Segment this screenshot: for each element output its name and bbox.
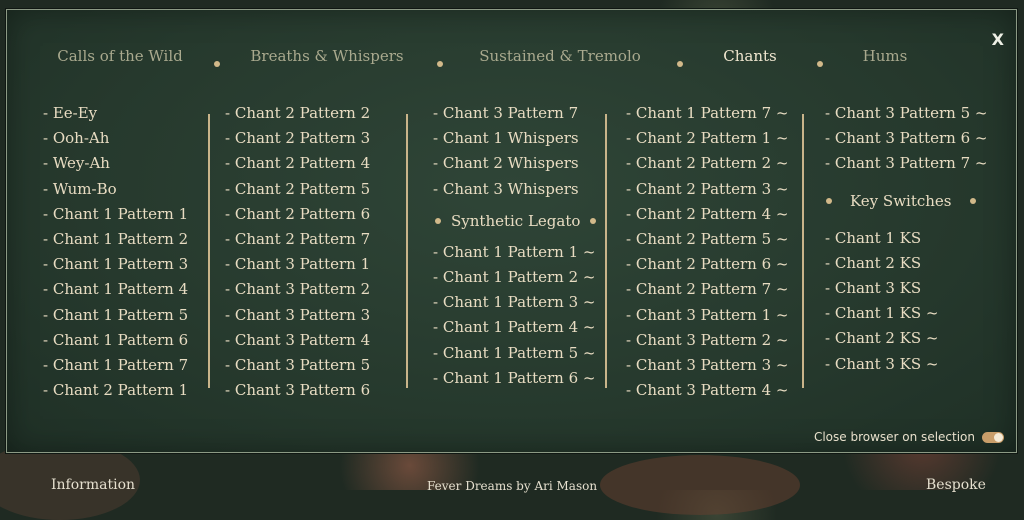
articulation-item[interactable]: - Chant 1 Pattern 2 ~ [433,265,596,290]
articulation-item[interactable]: - Chant 1 Whispers [433,126,596,151]
articulation-item[interactable]: - Chant 1 Pattern 6 ~ [433,366,596,391]
articulation-column-1: - Ee-Ey - Ooh-Ah - Wey-Ah - Wum-Bo - Chant 1… [43,101,188,403]
tab-breaths-whispers[interactable]: Breaths & Whispers [250,47,403,65]
articulation-item[interactable]: - Chant 2 Pattern 2 ~ [626,151,788,176]
tab-separator-dot [677,61,683,67]
tab-hums[interactable]: Hums [863,47,908,65]
bespoke-tab[interactable]: Bespoke [926,477,986,493]
tab-separator-dot [437,61,443,67]
close-on-selection-toggle[interactable] [982,431,1004,443]
articulation-item[interactable]: - Chant 2 Pattern 3 [225,126,370,151]
articulation-item[interactable]: - Chant 3 Pattern 1 ~ [626,303,788,328]
section-dot [590,217,597,224]
articulation-column-4: - Chant 1 Pattern 7 ~ - Chant 2 Pattern 1… [626,101,788,403]
articulation-item[interactable]: - Chant 3 Pattern 5 ~ [825,101,987,126]
toggle-knob [994,432,1003,442]
browser-panel: X Calls of the Wild Breaths & Whispers S… [6,9,1017,453]
articulation-item[interactable]: - Chant 1 Pattern 5 [43,303,188,328]
column-divider [802,114,804,388]
tab-separator-dot [214,61,220,67]
articulation-item[interactable]: - Chant 2 Whispers [433,151,596,176]
articulation-item[interactable]: - Wum-Bo [43,177,188,202]
articulation-item[interactable]: - Chant 1 Pattern 7 ~ [626,101,788,126]
articulation-item[interactable]: - Chant 1 Pattern 5 ~ [433,341,596,366]
articulation-item[interactable]: - Chant 2 KS ~ [825,326,987,351]
articulation-item[interactable]: - Chant 1 Pattern 4 ~ [433,315,596,340]
articulation-item[interactable]: - Chant 1 KS [825,226,987,251]
articulation-item[interactable]: - Chant 2 Pattern 5 ~ [626,227,788,252]
articulation-item[interactable]: - Chant 3 KS [825,276,987,301]
column-divider [208,114,210,388]
articulation-item[interactable]: - Wey-Ah [43,151,188,176]
column-divider [406,114,408,388]
articulation-item[interactable]: - Chant 1 Pattern 1 [43,202,188,227]
section-dot [435,217,441,224]
instrument-title: Fever Dreams by Ari Mason [427,479,598,493]
information-tab[interactable]: Information [51,477,135,493]
tab-sustained-tremolo[interactable]: Sustained & Tremolo [479,47,641,65]
articulation-item[interactable]: - Chant 2 Pattern 4 [225,151,370,176]
articulation-item[interactable]: - Chant 3 Pattern 3 ~ [626,353,788,378]
articulation-item[interactable]: - Chant 3 Pattern 7 ~ [825,151,987,176]
articulation-item[interactable]: - Chant 3 Pattern 3 [225,303,370,328]
articulation-item[interactable]: - Chant 2 Pattern 1 ~ [626,126,788,151]
articulation-item[interactable]: - Chant 2 KS [825,251,987,276]
articulation-item[interactable]: - Chant 2 Pattern 7 [225,227,370,252]
articulation-item[interactable]: - Chant 2 Pattern 4 ~ [626,202,788,227]
articulation-item[interactable]: - Chant 3 Pattern 6 ~ [825,126,987,151]
articulation-item[interactable]: - Chant 3 Pattern 4 ~ [626,378,788,403]
articulation-item[interactable]: - Chant 1 Pattern 6 [43,328,188,353]
articulation-item[interactable]: - Chant 3 Whispers [433,177,596,202]
column-divider [605,114,607,388]
articulation-item[interactable]: - Chant 3 Pattern 2 [225,277,370,302]
tab-calls-of-the-wild[interactable]: Calls of the Wild [57,47,183,65]
close-on-selection-label: Close browser on selection [813,430,975,444]
articulation-item[interactable]: - Chant 3 Pattern 4 [225,328,370,353]
articulation-item[interactable]: - Chant 1 Pattern 3 ~ [433,290,596,315]
articulation-item[interactable]: - Chant 1 Pattern 2 [43,227,188,252]
articulation-item[interactable]: - Chant 1 Pattern 3 [43,252,188,277]
articulation-column-2: - Chant 2 Pattern 2- Chant 2 Pattern 3- … [225,101,370,403]
articulation-item[interactable]: - Chant 1 Pattern 4 [43,277,188,302]
articulation-item[interactable]: - Chant 2 Pattern 2 [225,101,370,126]
articulation-item[interactable]: - Chant 3 Pattern 5 [225,353,370,378]
section-title: Synthetic Legato [451,211,581,230]
articulation-item[interactable]: - Chant 2 Pattern 7 ~ [626,277,788,302]
category-tabs: Calls of the Wild Breaths & Whispers Sus… [7,47,1016,71]
articulation-column-5: - Chant 3 Pattern 5 ~ - Chant 3 Pattern 6… [825,101,987,377]
articulation-item[interactable]: - Chant 3 Pattern 1 [225,252,370,277]
articulation-item[interactable]: - Chant 1 Pattern 1 ~ [433,240,596,265]
tab-separator-dot [817,61,823,67]
articulation-item[interactable]: - Chant 3 Pattern 7 [433,101,596,126]
articulation-item[interactable]: - Chant 2 Pattern 5 [225,177,370,202]
section-dot [826,198,832,205]
articulation-item[interactable]: - Chant 1 KS ~ [825,301,987,326]
articulation-item[interactable]: - Chant 2 Pattern 1 [43,378,188,403]
footer-bar: Information Fever Dreams by Ari Mason Be… [0,470,1024,493]
section-header-synthetic-legato: Synthetic Legato [435,202,597,240]
articulation-item[interactable]: - Ee-Ey [43,101,188,126]
tab-chants[interactable]: Chants [723,47,776,65]
articulation-item[interactable]: - Chant 3 Pattern 6 [225,378,370,403]
articulation-item[interactable]: - Chant 2 Pattern 6 ~ [626,252,788,277]
articulation-column-3: - Chant 3 Pattern 7- Chant 1 Whispers - C… [433,101,597,391]
articulation-item[interactable]: - Chant 2 Pattern 6 [225,202,370,227]
section-header-key-switches: Key Switches [826,177,987,226]
close-on-selection-option: Close browser on selection [814,430,1004,444]
articulation-item[interactable]: - Chant 1 Pattern 7 [43,353,188,378]
section-dot [969,198,976,205]
articulation-item[interactable]: - Chant 3 KS ~ [825,352,987,377]
articulation-item[interactable]: - Chant 2 Pattern 3 ~ [626,177,788,202]
articulation-item[interactable]: - Chant 3 Pattern 2 ~ [626,328,788,353]
section-title: Key Switches [850,191,952,210]
articulation-item[interactable]: - Ooh-Ah [43,126,188,151]
